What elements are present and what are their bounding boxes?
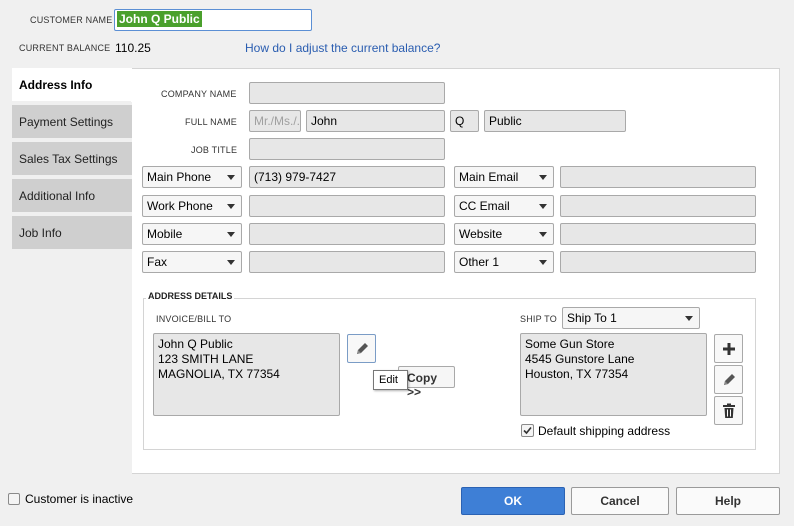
chevron-down-icon — [227, 204, 235, 209]
ship-to-line: Houston, TX 77354 — [525, 367, 629, 381]
last-name-field[interactable]: Public — [484, 110, 626, 132]
ship-to-line: 4545 Gunstore Lane — [525, 352, 635, 366]
bill-to-address[interactable]: John Q Public 123 SMITH LANE MAGNOLIA, T… — [153, 333, 340, 416]
check-icon — [523, 426, 532, 435]
chevron-down-icon — [539, 175, 547, 180]
tab-payment-settings[interactable]: Payment Settings — [12, 105, 132, 139]
default-shipping-label: Default shipping address — [538, 424, 671, 438]
default-shipping-checkbox[interactable] — [521, 424, 534, 437]
company-name-label: COMPANY NAME — [161, 89, 237, 99]
ship-to-line: Some Gun Store — [525, 337, 615, 351]
chevron-down-icon — [685, 316, 693, 321]
tab-sales-tax-settings[interactable]: Sales Tax Settings — [12, 142, 132, 176]
contact-value-field-4[interactable] — [249, 251, 445, 273]
help-button[interactable]: Help — [676, 487, 780, 515]
customer-name-label: CUSTOMER NAME — [30, 15, 113, 25]
middle-initial-field[interactable]: Q — [450, 110, 479, 132]
customer-inactive-label: Customer is inactive — [25, 492, 134, 506]
contact-type-select-5[interactable]: Main Email — [454, 166, 554, 188]
delete-ship-to-button[interactable] — [714, 396, 743, 425]
bill-to-line: MAGNOLIA, TX 77354 — [158, 367, 280, 381]
ship-to-label: SHIP TO — [520, 314, 557, 324]
company-name-field[interactable] — [249, 82, 445, 104]
chevron-down-icon — [539, 260, 547, 265]
cancel-button[interactable]: Cancel — [571, 487, 669, 515]
contact-value-field-3[interactable] — [249, 223, 445, 245]
adjust-balance-link[interactable]: How do I adjust the current balance? — [245, 41, 440, 55]
contact-value-field-5[interactable] — [560, 166, 756, 188]
tab-job-info[interactable]: Job Info — [12, 216, 132, 250]
ship-to-address[interactable]: Some Gun Store 4545 Gunstore Lane Housto… — [520, 333, 707, 416]
contact-value-field-8[interactable] — [560, 251, 756, 273]
contact-value-field-2[interactable] — [249, 195, 445, 217]
tab-address-info[interactable]: Address Info — [12, 68, 134, 102]
contact-type-select-7[interactable]: Website — [454, 223, 554, 245]
contact-value-field-6[interactable] — [560, 195, 756, 217]
contact-type-select-6[interactable]: CC Email — [454, 195, 554, 217]
bill-to-line: 123 SMITH LANE — [158, 352, 254, 366]
title-field[interactable]: Mr./Ms./... — [249, 110, 301, 132]
ship-to-select[interactable]: Ship To 1 — [562, 307, 700, 329]
first-name-field[interactable]: John — [306, 110, 445, 132]
chevron-down-icon — [227, 175, 235, 180]
chevron-down-icon — [227, 232, 235, 237]
trash-icon — [722, 403, 735, 418]
contact-value-field-1[interactable]: (713) 979-7427 — [249, 166, 445, 188]
full-name-label: FULL NAME — [185, 117, 237, 127]
bill-to-label: INVOICE/BILL TO — [156, 314, 232, 324]
edit-bill-to-button[interactable] — [347, 334, 376, 363]
tab-additional-info[interactable]: Additional Info — [12, 179, 132, 213]
chevron-down-icon — [539, 204, 547, 209]
customer-name-value: John Q Public — [117, 11, 202, 27]
contact-type-select-2[interactable]: Work Phone — [142, 195, 242, 217]
chevron-down-icon — [539, 232, 547, 237]
contact-type-select-4[interactable]: Fax — [142, 251, 242, 273]
current-balance-value: 110.25 — [115, 41, 151, 55]
bill-to-line: John Q Public — [158, 337, 233, 351]
edit-ship-to-button[interactable] — [714, 365, 743, 394]
job-title-field[interactable] — [249, 138, 445, 160]
ok-button[interactable]: OK — [461, 487, 565, 515]
pencil-icon — [356, 342, 368, 354]
customer-inactive-checkbox[interactable] — [8, 493, 20, 505]
contact-type-select-3[interactable]: Mobile — [142, 223, 242, 245]
contact-type-select-8[interactable]: Other 1 — [454, 251, 554, 273]
chevron-down-icon — [227, 260, 235, 265]
plus-icon — [722, 342, 735, 355]
add-ship-to-button[interactable] — [714, 334, 743, 363]
current-balance-label: CURRENT BALANCE — [19, 43, 111, 53]
customer-name-input[interactable]: John Q Public — [114, 9, 312, 31]
job-title-label: JOB TITLE — [191, 145, 238, 155]
pencil-icon — [723, 373, 735, 385]
address-details-label: ADDRESS DETAILS — [146, 291, 235, 301]
contact-value-field-7[interactable] — [560, 223, 756, 245]
contact-type-select-1[interactable]: Main Phone — [142, 166, 242, 188]
edit-tooltip: Edit — [373, 370, 408, 390]
